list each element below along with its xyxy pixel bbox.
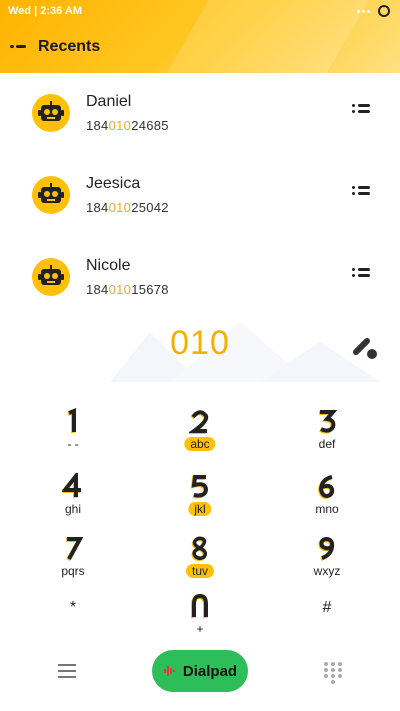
dialpad-button[interactable]: Dialpad [152, 650, 248, 692]
contact-number: 18401025042 [86, 200, 169, 215]
star-key-label: * [13, 592, 133, 624]
digit-7-icon [13, 532, 133, 564]
key-letters: jkl [188, 502, 212, 516]
contact-name: Daniel [86, 93, 132, 110]
digit-2-icon [140, 405, 260, 437]
contact-menu-icon[interactable] [352, 104, 372, 118]
dialpad-key-3[interactable]: def [267, 405, 387, 465]
dialpad-key-5[interactable]: jkl [140, 470, 260, 530]
dialpad-key-2[interactable]: abc [140, 405, 260, 465]
robot-avatar-icon [32, 258, 70, 296]
number-display: 010 [0, 312, 400, 382]
contact-number: 18401024685 [86, 118, 169, 133]
bottom-bar: Dialpad [0, 640, 400, 700]
menu-icon[interactable] [58, 664, 76, 680]
contact-row-daniel[interactable]: Daniel 18401024685 [0, 82, 400, 162]
page-title: Recents [38, 38, 101, 55]
digit-6-icon [267, 470, 387, 502]
digit-0-icon [140, 590, 260, 622]
key-letters: tuv [185, 564, 215, 578]
digit-5-icon [140, 470, 260, 502]
dialpad-key-8[interactable]: tuv [140, 532, 260, 592]
digit-3-icon [267, 405, 387, 437]
star-symbol: * [69, 599, 77, 616]
key-letters: + [196, 622, 204, 636]
hash-symbol: # [322, 599, 332, 616]
key-letters: ghi [64, 502, 82, 516]
robot-avatar-icon [32, 176, 70, 214]
status-time: Wed | 2:36 AM [8, 5, 82, 17]
grid-icon[interactable] [324, 662, 342, 684]
back-icon[interactable] [10, 40, 28, 54]
ring-icon [378, 5, 390, 17]
dialpad-button-label: Dialpad [182, 662, 238, 680]
status-bar: Wed | 2:36 AM [0, 0, 400, 24]
contact-name: Nicole [86, 257, 131, 274]
contact-row-jeesica[interactable]: Jeesica 18401025042 [0, 164, 400, 244]
dialpad-key-9[interactable]: wxyz [267, 532, 387, 592]
key-letters: mno [315, 502, 339, 516]
contact-menu-icon[interactable] [352, 186, 372, 200]
digit-4-icon [13, 470, 133, 502]
digit-8-icon [140, 532, 260, 564]
dialpad-key-4[interactable]: ghi [13, 470, 133, 530]
voice-icon [163, 666, 175, 676]
dialpad-key-1[interactable]: - - [13, 405, 133, 465]
digit-1-icon [13, 405, 133, 437]
header-bar: Wed | 2:36 AM Recents [0, 0, 400, 73]
dialpad-key-6[interactable]: mno [267, 470, 387, 530]
key-letters: abc [184, 437, 216, 451]
dialpad-key-7[interactable]: pqrs [13, 532, 133, 592]
robot-avatar-icon [32, 94, 70, 132]
contact-name: Jeesica [86, 175, 141, 192]
dialed-number: 010 [170, 324, 230, 362]
hash-key-label: # [267, 592, 387, 624]
digit-9-icon [267, 532, 387, 564]
erase-icon[interactable] [350, 332, 380, 362]
key-letters: wxyz [313, 564, 341, 578]
contact-number: 18401015678 [86, 282, 169, 297]
key-letters: def [318, 437, 336, 451]
key-letters: pqrs [61, 564, 85, 578]
more-icon [357, 9, 370, 13]
status-icons [357, 5, 390, 17]
contact-menu-icon[interactable] [352, 268, 372, 282]
key-letters: - - [67, 437, 79, 451]
